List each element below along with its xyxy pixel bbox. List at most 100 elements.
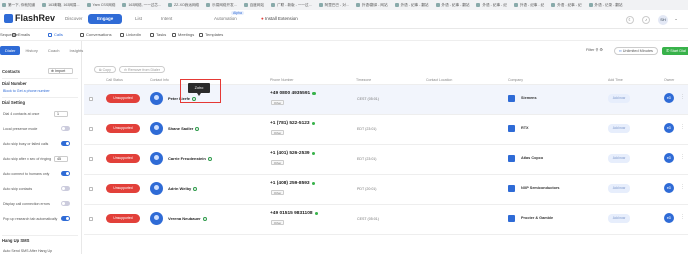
subnav-meetings[interactable]: Meetings [172, 32, 194, 37]
tab-dialer[interactable]: Dialer [0, 46, 21, 55]
nav-discover[interactable]: Discover [56, 14, 92, 24]
owner-avatar[interactable]: eD [664, 153, 674, 163]
col-timezone[interactable]: Timezone [356, 78, 371, 82]
more-options-icon[interactable]: ⋮ [680, 124, 685, 130]
col-add-time[interactable]: Add Time [608, 78, 623, 82]
subnav-templates[interactable]: Templates [199, 32, 223, 37]
bookmark-item[interactable]: Yarn CSS网络 [87, 3, 116, 8]
table-row[interactable]: Unsupported Carrie Freudenstein +1 (401) 5… [84, 145, 688, 175]
bookmark-item[interactable]: 乐易网络开发... [206, 3, 237, 8]
phone-number[interactable]: +1 (781) 522-5123 [270, 121, 316, 126]
bookmark-item[interactable]: 广联 - 新版 - 一一过... [271, 3, 312, 8]
bell-icon[interactable]: ♪ [642, 16, 650, 24]
start-dial-button[interactable]: ✆ Start Dial [662, 47, 688, 55]
more-options-icon[interactable]: ⋮ [680, 154, 685, 160]
company-name[interactable]: RTX [521, 126, 529, 130]
nav-automation[interactable]: Automation [205, 14, 246, 24]
owner-avatar[interactable]: eD [664, 123, 674, 133]
nav-intent[interactable]: Intent [152, 14, 181, 24]
setting-toggle[interactable] [61, 141, 70, 146]
bookmark-item[interactable]: 163邮箱, 163网易... [42, 3, 79, 8]
bookmark-item[interactable]: 163网络, 一一过芯... [122, 3, 161, 8]
setting-toggle[interactable] [61, 186, 70, 191]
app-logo[interactable]: FlashRev [4, 13, 55, 23]
col-owner[interactable]: Owner [664, 78, 674, 82]
owner-avatar[interactable]: eD [664, 213, 674, 223]
row-checkbox[interactable] [89, 127, 93, 131]
nav-engage[interactable]: Engage [88, 14, 123, 24]
contact-name[interactable]: Carrie Freudenstein [168, 156, 212, 161]
more-options-icon[interactable]: ⋮ [680, 94, 685, 100]
crm-link-icon[interactable] [202, 216, 207, 221]
table-row[interactable]: Unsupported Adrin Welby +1 (408) 259-8593 O… [84, 175, 688, 205]
col-contact-info[interactable]: Contact Info [150, 78, 169, 82]
phone-number[interactable]: +49 0800 4935591 [270, 91, 316, 96]
bookmark-item[interactable]: ZZ-XO我远网络 [168, 3, 199, 8]
user-avatar[interactable]: SH [658, 15, 668, 25]
bookmark-item[interactable]: 第一下, 你就知道 [2, 3, 35, 8]
row-checkbox[interactable] [89, 157, 93, 161]
tab-history[interactable]: History [20, 46, 42, 55]
setting-toggle[interactable] [61, 171, 70, 176]
company-name[interactable]: Procter & Gamble [521, 216, 553, 220]
owner-avatar[interactable]: eD [664, 93, 674, 103]
contact-avatar[interactable] [150, 182, 163, 195]
subnav-conversations[interactable]: Conversations [80, 32, 112, 37]
nav-list[interactable]: List [126, 14, 151, 24]
contact-name[interactable]: Adrin Welby [168, 186, 198, 191]
crm-link-icon[interactable] [207, 156, 212, 161]
bookmark-item[interactable]: 外语 - 纪事 - 纪 [514, 3, 544, 8]
crm-link-icon[interactable] [193, 186, 198, 191]
contact-name[interactable]: Shane Sadler [168, 126, 200, 131]
bookmark-item[interactable]: 外语/翻译 - 网站 [356, 3, 388, 8]
bookmark-item[interactable]: 外语 - 纪事 - 纪 [551, 3, 581, 8]
contact-avatar[interactable] [150, 152, 163, 165]
setting-toggle[interactable] [61, 201, 70, 206]
more-options-icon[interactable]: ⋮ [680, 214, 685, 220]
bookmark-item[interactable]: 外语 - 纪事 - 纪 [476, 3, 506, 8]
crm-link-icon[interactable] [195, 126, 200, 131]
get-phone-number-link[interactable]: Block to Get a phone number [3, 89, 50, 93]
phone-number[interactable]: +49 01515 9831108 [270, 211, 319, 216]
phone-number[interactable]: +1 (401) 526-2539 [270, 151, 316, 156]
filter-button[interactable]: Filter ⚲ ⚙ [582, 47, 607, 55]
row-checkbox[interactable] [89, 217, 93, 221]
company-name[interactable]: Siemens [521, 96, 537, 100]
col-company[interactable]: Company [508, 78, 523, 82]
bookmark-item[interactable]: 外语 - 纪事 - 翻站 [395, 3, 429, 8]
nav-install-extension[interactable]: ● Install Extension [252, 14, 307, 24]
phone-number[interactable]: +1 (408) 259-8593 [270, 181, 316, 186]
bookmark-item[interactable]: 外语 - 纪事 - 翻站 [436, 3, 470, 8]
remove-from-dialer-button[interactable]: ⊖ Remove from Dialer [118, 66, 165, 73]
setting-toggle[interactable] [61, 126, 70, 131]
subnav-emails[interactable]: Emails [12, 32, 30, 37]
contact-avatar[interactable] [150, 212, 163, 225]
col-contact-location[interactable]: Contact Location [426, 78, 452, 82]
copy-button[interactable]: ⧉ Copy [94, 66, 116, 73]
contact-avatar[interactable] [150, 122, 163, 135]
bookmark-item[interactable]: 外语 - 记录 - 翻站 [589, 3, 623, 8]
more-options-icon[interactable]: ⋮ [680, 184, 685, 190]
import-button[interactable]: ⊕ Import [48, 68, 73, 74]
setting-select[interactable]: 45 [54, 155, 68, 162]
row-checkbox[interactable] [89, 187, 93, 191]
col-call-status[interactable]: Call Status [106, 78, 123, 82]
subnav-tasks[interactable]: Tasks [150, 32, 166, 37]
table-row[interactable]: Unsupported Verena Neubauer +49 01515 9831… [84, 205, 688, 235]
table-row[interactable]: Unsupported Peter Lierfe +49 0800 4935591 O… [84, 85, 688, 115]
contact-name[interactable]: Verena Neubauer [168, 216, 207, 221]
company-name[interactable]: Atlas Copco [521, 156, 543, 160]
subnav-calls[interactable]: Calls [48, 32, 63, 37]
unlimited-minutes-badge[interactable]: ∞ Unlimited Minutes [614, 47, 658, 55]
setting-toggle[interactable] [61, 216, 70, 221]
chevron-down-icon[interactable]: ⌄ [672, 16, 680, 24]
bookmark-item[interactable]: 百度网站 [244, 3, 264, 8]
table-row[interactable]: Unsupported Shane Sadler +1 (781) 522-5123… [84, 115, 688, 145]
owner-avatar[interactable]: eD [664, 183, 674, 193]
setting-select[interactable]: 1 [54, 110, 68, 117]
contact-avatar[interactable] [150, 92, 163, 105]
subnav-linkedin[interactable]: LinkedIn [120, 32, 141, 37]
col-phone-number[interactable]: Phone Number [270, 78, 294, 82]
tab-coach[interactable]: Coach [43, 46, 65, 55]
bookmark-item[interactable]: 阿里巴巴 - 对... [319, 3, 349, 8]
